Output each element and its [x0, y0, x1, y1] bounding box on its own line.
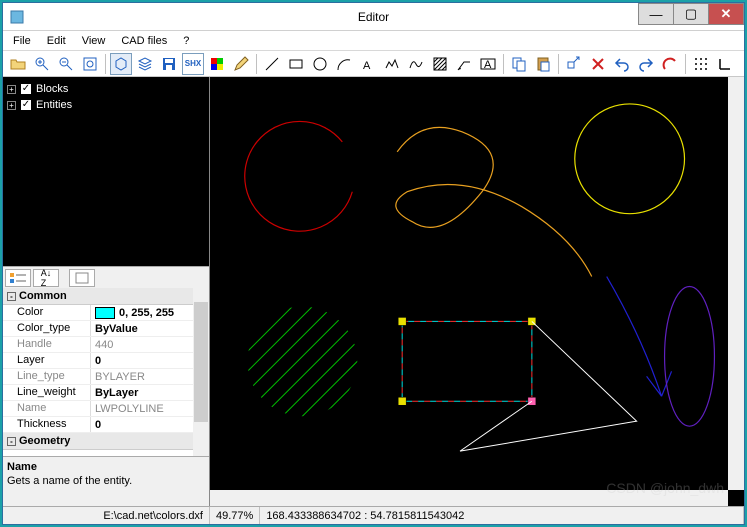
copy-icon[interactable]	[508, 53, 530, 75]
zoom-extents-icon[interactable]	[79, 53, 101, 75]
checkbox-icon[interactable]: ✓	[20, 99, 32, 111]
expand-icon[interactable]: +	[7, 101, 16, 110]
paste-icon[interactable]	[532, 53, 554, 75]
property-grid[interactable]: -Common Color0, 255, 255 Color_typeByVal…	[3, 288, 209, 456]
expand-icon[interactable]: +	[7, 85, 16, 94]
zoom-in-icon[interactable]	[31, 53, 53, 75]
tree-item-entities[interactable]: + ✓ Entities	[7, 97, 205, 113]
entity-tree[interactable]: + ✓ Blocks + ✓ Entities	[3, 77, 209, 266]
tree-item-blocks[interactable]: + ✓ Blocks	[7, 81, 205, 97]
layers-icon[interactable]	[134, 53, 156, 75]
prop-row-colortype[interactable]: Color_typeByValue	[3, 321, 209, 337]
shx-icon[interactable]: SHX	[182, 53, 204, 75]
color-swatch	[95, 307, 115, 319]
menu-file[interactable]: File	[7, 33, 37, 49]
minimize-button[interactable]: —	[638, 3, 674, 25]
status-coords: 168.433388634702 : 54.7815811543042	[260, 507, 744, 524]
svg-text:A: A	[363, 60, 371, 72]
watermark: CSDN @john_dwh	[606, 480, 724, 496]
scale-icon[interactable]	[563, 53, 585, 75]
view-cube-icon[interactable]	[110, 53, 132, 75]
status-zoom: 49.77%	[210, 507, 260, 524]
prop-row-layer[interactable]: Layer0	[3, 353, 209, 369]
leader-icon[interactable]	[453, 53, 475, 75]
spline-icon[interactable]	[405, 53, 427, 75]
prop-row-color[interactable]: Color0, 255, 255	[3, 305, 209, 321]
property-pages-icon[interactable]	[69, 269, 95, 287]
menu-view[interactable]: View	[76, 33, 112, 49]
close-button[interactable]: ✕	[708, 3, 744, 25]
redo-icon[interactable]	[635, 53, 657, 75]
window-title: Editor	[3, 10, 744, 24]
svg-text:A: A	[484, 59, 492, 71]
menubar: File Edit View CAD files ?	[3, 31, 744, 51]
category-geometry[interactable]: -Geometry	[3, 433, 209, 450]
pencil-icon[interactable]	[230, 53, 252, 75]
prop-row-linetype: Line_typeBYLAYER	[3, 369, 209, 385]
tree-label: Blocks	[36, 83, 68, 95]
arc-icon[interactable]	[333, 53, 355, 75]
maximize-button[interactable]: ▢	[673, 3, 709, 25]
prop-row-name: NameLWPOLYLINE	[3, 401, 209, 417]
scrollbar[interactable]	[193, 288, 209, 456]
hatch-icon[interactable]	[429, 53, 451, 75]
prop-row-thickness[interactable]: Thickness0	[3, 417, 209, 433]
alphabetical-icon[interactable]: A↓Z	[33, 269, 59, 287]
ortho-icon[interactable]	[714, 53, 736, 75]
statusbar: E:\cad.net\colors.dxf 49.77% 168.4333886…	[3, 506, 744, 524]
snap-endpoint-icon[interactable]	[659, 53, 681, 75]
zoom-out-icon[interactable]	[55, 53, 77, 75]
titlebar: Editor — ▢ ✕	[3, 3, 744, 31]
scrollbar-v[interactable]	[728, 77, 744, 490]
mtext-icon[interactable]: A	[477, 53, 499, 75]
prop-row-handle: Handle440	[3, 337, 209, 353]
color-icon[interactable]	[206, 53, 228, 75]
rect-icon[interactable]	[285, 53, 307, 75]
tree-label: Entities	[36, 99, 72, 111]
desc-text: Gets a name of the entity.	[7, 475, 205, 487]
save-icon[interactable]	[158, 53, 180, 75]
line-icon[interactable]	[261, 53, 283, 75]
categorized-icon[interactable]	[5, 269, 31, 287]
desc-title: Name	[7, 461, 205, 473]
toolbar: SHX A A	[3, 51, 744, 77]
menu-cadfiles[interactable]: CAD files	[115, 33, 173, 49]
property-description: Name Gets a name of the entity.	[3, 456, 209, 506]
open-icon[interactable]	[7, 53, 29, 75]
property-toolbar: A↓Z	[3, 266, 209, 288]
left-panel: + ✓ Blocks + ✓ Entities A↓Z -Common Colo…	[3, 77, 210, 506]
prop-row-lineweight[interactable]: Line_weightByLayer	[3, 385, 209, 401]
menu-edit[interactable]: Edit	[41, 33, 72, 49]
checkbox-icon[interactable]: ✓	[20, 83, 32, 95]
grid-icon[interactable]	[690, 53, 712, 75]
polyline-icon[interactable]	[381, 53, 403, 75]
delete-icon[interactable]	[587, 53, 609, 75]
menu-help[interactable]: ?	[177, 33, 195, 49]
circle-icon[interactable]	[309, 53, 331, 75]
drawing-canvas[interactable]: CSDN @john_dwh	[210, 77, 744, 506]
status-filepath: E:\cad.net\colors.dxf	[3, 507, 210, 524]
text-icon[interactable]: A	[357, 53, 379, 75]
category-common[interactable]: -Common	[3, 288, 209, 305]
undo-icon[interactable]	[611, 53, 633, 75]
